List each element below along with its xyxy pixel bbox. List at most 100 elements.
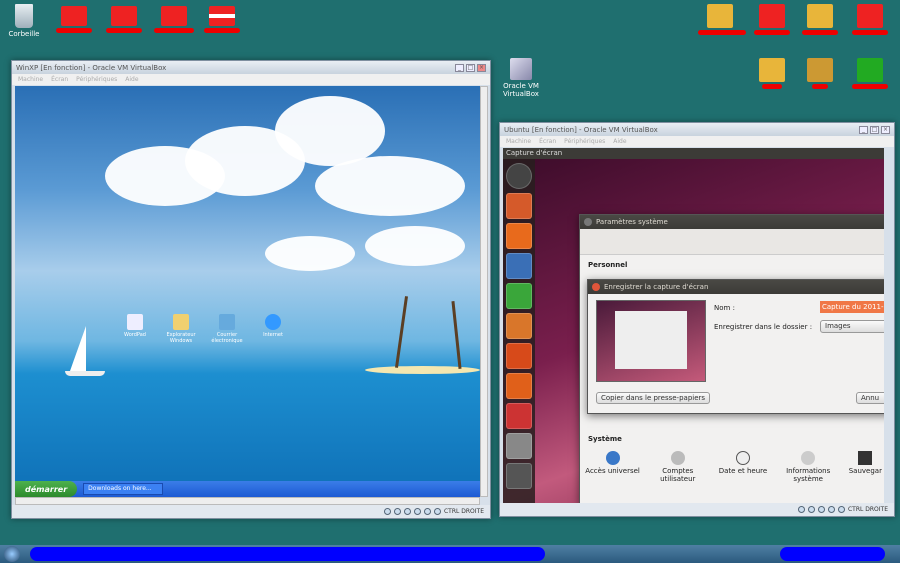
users-icon — [670, 451, 685, 465]
cd-icon[interactable] — [807, 506, 815, 513]
settings-titlebar[interactable]: Paramètres système — [580, 215, 884, 229]
minimize-button[interactable]: _ — [455, 63, 464, 72]
xp-taskbar-item[interactable]: Downloads on here... — [83, 483, 164, 495]
xp-titlebar[interactable]: WinXP [En fonction] - Oracle VM VirtualB… — [12, 61, 490, 74]
desktop-file-icon[interactable] — [200, 6, 244, 33]
network-icon[interactable] — [413, 508, 421, 515]
section-systeme: Système — [588, 435, 622, 443]
wordpad-icon[interactable]: WordPad — [115, 314, 155, 338]
minimize-button[interactable]: _ — [859, 125, 868, 134]
maximize-button[interactable]: □ — [870, 125, 879, 134]
close-button[interactable]: × — [881, 125, 890, 134]
mail-icon[interactable]: Courrier électronique — [207, 314, 247, 344]
disk-icon[interactable] — [383, 508, 391, 515]
ubuntu-vm-window[interactable]: Ubuntu [En fonction] - Oracle VM Virtual… — [499, 122, 895, 517]
xp-menubar: Machine Écran Périphériques Aide — [12, 74, 490, 85]
close-button[interactable]: × — [477, 63, 486, 72]
menu-peripheriques[interactable]: Périphériques — [564, 138, 605, 145]
menu-peripheriques[interactable]: Périphériques — [76, 76, 117, 83]
xp-guest-screen[interactable]: WordPad Explorateur Windows Courrier éle… — [15, 86, 480, 497]
mouse-icon[interactable] — [433, 508, 441, 515]
filename-input[interactable]: Capture du 2011- — [820, 301, 884, 313]
user-accounts-item[interactable]: Comptes utilisateur — [650, 451, 706, 483]
recycle-bin-label: Corbeille — [8, 30, 40, 38]
start-button[interactable]: démarrer — [15, 481, 78, 497]
xp-window-title: WinXP [En fonction] - Oracle VM VirtualB… — [16, 63, 167, 72]
backup-item[interactable]: Sauvegar — [845, 451, 884, 483]
camera-icon[interactable] — [506, 433, 532, 459]
menu-aide[interactable]: Aide — [613, 138, 626, 145]
gear-icon — [801, 451, 816, 465]
usb-icon[interactable] — [817, 506, 825, 513]
folder-icon[interactable] — [798, 4, 842, 35]
accessibility-item[interactable]: Accès universel — [585, 451, 641, 483]
system-settings-icon[interactable] — [506, 403, 532, 429]
maximize-button[interactable]: □ — [466, 63, 475, 72]
horizontal-scrollbar[interactable] — [15, 497, 480, 505]
document-icon[interactable] — [848, 58, 892, 89]
home-folder-icon[interactable] — [506, 193, 532, 219]
unity-launcher — [503, 159, 535, 504]
ubuntu-menubar: Machine Écran Périphériques Aide — [500, 136, 894, 147]
folder-label: Enregistrer dans le dossier : — [714, 323, 813, 331]
recycle-bin-icon[interactable]: Corbeille — [2, 4, 46, 38]
close-icon[interactable] — [584, 218, 592, 226]
virtualbox-label: Oracle VM VirtualBox — [503, 82, 539, 98]
firefox-icon[interactable] — [506, 223, 532, 249]
shared-folder-icon[interactable] — [423, 508, 431, 515]
explorer-icon[interactable]: Explorateur Windows — [161, 314, 201, 344]
start-label: démarrer — [25, 484, 68, 494]
network-icon[interactable] — [827, 506, 835, 513]
section-personnel: Personnel — [588, 261, 628, 269]
dash-icon[interactable] — [506, 163, 532, 189]
host-taskbar — [0, 545, 900, 563]
ubuntu-one-icon[interactable] — [506, 373, 532, 399]
screenshot-preview — [596, 300, 706, 382]
date-time-item[interactable]: Date et heure — [715, 451, 771, 483]
dialog-titlebar[interactable]: Enregistrer la capture d'écran — [588, 280, 884, 294]
vertical-scrollbar[interactable] — [480, 86, 488, 497]
close-icon[interactable] — [592, 283, 600, 291]
mouse-icon[interactable] — [837, 506, 845, 513]
ubuntu-guest-screen[interactable]: Paramètres système Personnel Système Acc… — [503, 159, 884, 504]
cancel-button[interactable]: Annu — [856, 392, 884, 404]
folder-icon[interactable] — [698, 4, 746, 35]
writer-icon[interactable] — [506, 253, 532, 279]
internet-icon[interactable]: Internet — [253, 314, 293, 338]
usb-icon[interactable] — [403, 508, 411, 515]
redacted-tray — [780, 547, 885, 561]
menu-ecran[interactable]: Écran — [539, 138, 556, 145]
calc-icon[interactable] — [506, 283, 532, 309]
wordpad-label: WordPad — [124, 332, 146, 338]
system-info-item[interactable]: Informations système — [780, 451, 836, 483]
save-screenshot-dialog[interactable]: Enregistrer la capture d'écran Nom : Cap… — [587, 279, 884, 414]
disk-icon[interactable] — [797, 506, 805, 513]
trash-icon[interactable] — [506, 463, 532, 489]
desktop-file-icon[interactable] — [152, 6, 196, 33]
windows-start-icon[interactable] — [4, 546, 20, 562]
menu-machine[interactable]: Machine — [506, 138, 531, 145]
impress-icon[interactable] — [506, 313, 532, 339]
xp-taskbar: démarrer Downloads on here... — [15, 481, 480, 497]
folder-select[interactable]: Images — [820, 320, 884, 333]
software-center-icon[interactable] — [506, 343, 532, 369]
dialog-title: Enregistrer la capture d'écran — [604, 283, 709, 291]
document-icon[interactable] — [848, 4, 892, 35]
virtualbox-icon[interactable]: Oracle VM VirtualBox — [498, 58, 544, 98]
folder-icon[interactable] — [798, 58, 842, 89]
menu-machine[interactable]: Machine — [18, 76, 43, 83]
ubuntu-titlebar[interactable]: Ubuntu [En fonction] - Oracle VM Virtual… — [500, 123, 894, 136]
folder-icon[interactable] — [750, 4, 794, 35]
accessibility-label: Accès universel — [585, 467, 640, 475]
desktop-file-icon[interactable] — [102, 6, 146, 33]
copy-clipboard-button[interactable]: Copier dans le presse-papiers — [596, 392, 711, 404]
menu-ecran[interactable]: Écran — [51, 76, 68, 83]
menu-aide[interactable]: Aide — [125, 76, 138, 83]
cd-icon[interactable] — [393, 508, 401, 515]
xp-vm-window[interactable]: WinXP [En fonction] - Oracle VM VirtualB… — [11, 60, 491, 519]
desktop-file-icon[interactable] — [52, 6, 96, 33]
folder-icon[interactable] — [750, 58, 794, 89]
settings-title: Paramètres système — [596, 218, 668, 226]
ubuntu-statusbar: CTRL DROITE — [500, 503, 894, 516]
mail-label: Courrier électronique — [211, 332, 243, 344]
